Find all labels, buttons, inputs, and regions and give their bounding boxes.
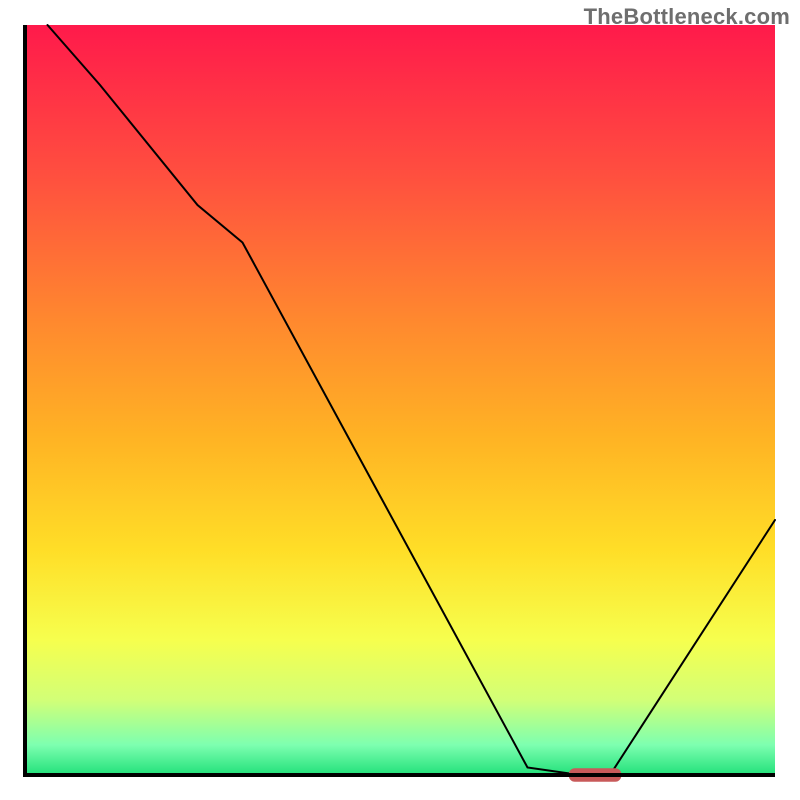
bottleneck-chart: TheBottleneck.com	[0, 0, 800, 800]
chart-svg	[0, 0, 800, 800]
plot-gradient-bg	[25, 25, 775, 775]
watermark-text: TheBottleneck.com	[584, 4, 790, 30]
